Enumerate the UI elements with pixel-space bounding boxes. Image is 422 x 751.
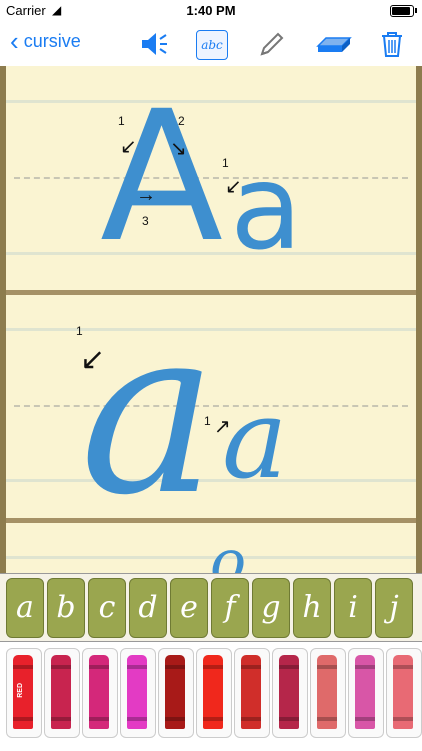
crayon-swatch[interactable]	[158, 648, 194, 738]
letter-picker-bar: a b c d e f g h i j	[0, 573, 422, 642]
crayon-swatch[interactable]	[44, 648, 80, 738]
eraser-button[interactable]	[314, 28, 354, 60]
crayon-swatch[interactable]	[196, 648, 232, 738]
stroke-number: 3	[142, 214, 149, 228]
crayon-color	[89, 655, 109, 729]
next-row-letter-preview: o	[210, 527, 247, 573]
crayon-color	[127, 655, 147, 729]
crayon-swatch[interactable]	[272, 648, 308, 738]
stroke-arrow-icon: ↙	[120, 136, 137, 158]
stroke-number: 1	[222, 156, 229, 170]
handwriting-style-button[interactable]: abc	[196, 30, 228, 60]
letter-tile[interactable]: j	[375, 578, 413, 638]
status-bar: Carrier ◢ 1:40 PM	[0, 0, 422, 22]
crayon-color	[355, 655, 375, 729]
crayon-swatch[interactable]: RED	[6, 648, 42, 738]
stroke-number: 1	[118, 114, 125, 128]
crayon-swatch[interactable]	[234, 648, 270, 738]
stroke-number: 1	[204, 414, 211, 428]
trash-icon	[382, 32, 402, 57]
letter-tile[interactable]: h	[293, 578, 331, 638]
navigation-bar: ‹ cursive abc	[0, 22, 422, 67]
battery-icon	[390, 5, 414, 17]
print-lowercase-letter: a	[230, 138, 303, 276]
crayon-swatch[interactable]	[120, 648, 156, 738]
back-label: cursive	[23, 31, 81, 51]
letter-tile[interactable]: c	[88, 578, 126, 638]
letter-tile[interactable]: f	[211, 578, 249, 638]
stroke-arrow-icon: ↘	[170, 138, 187, 160]
letter-tile[interactable]: b	[47, 578, 85, 638]
pencil-icon	[260, 32, 284, 56]
stroke-number: 1	[76, 324, 83, 338]
stroke-arrow-icon: ↙	[80, 343, 106, 376]
pencil-button[interactable]	[256, 28, 288, 60]
crayon-swatch[interactable]	[82, 648, 118, 738]
speaker-button[interactable]	[138, 28, 170, 60]
cursive-uppercase-letter: a	[80, 279, 218, 546]
eraser-icon	[316, 37, 352, 52]
writing-worksheet[interactable]: A a a a o 1 ↙ 2 ↘ 3 → 1 ↙ 1 ↙ 1 ↗	[0, 66, 422, 573]
crayon-label: RED	[17, 683, 24, 698]
crayon-color	[317, 655, 337, 729]
letter-tile[interactable]: a	[6, 578, 44, 638]
letter-tile[interactable]: i	[334, 578, 372, 638]
letter-tile[interactable]: g	[252, 578, 290, 638]
crayon-color	[393, 655, 413, 729]
crayon-color	[165, 655, 185, 729]
right-rail	[416, 66, 422, 573]
crayon-picker-bar: RED	[0, 641, 422, 751]
crayon-swatch[interactable]	[386, 648, 422, 738]
back-button[interactable]: ‹ cursive	[10, 28, 81, 54]
left-rail	[0, 66, 6, 573]
stroke-arrow-icon: →	[136, 184, 156, 206]
crayon-red: RED	[13, 655, 33, 729]
chevron-left-icon: ‹	[10, 26, 19, 56]
speaker-icon	[142, 33, 167, 55]
letter-tile[interactable]: d	[129, 578, 167, 638]
stroke-arrow-icon: ↗	[214, 416, 231, 438]
crayon-color	[279, 655, 299, 729]
trash-button[interactable]	[376, 28, 408, 60]
crayon-swatch[interactable]	[348, 648, 384, 738]
stroke-number: 2	[178, 114, 185, 128]
battery-nub	[415, 8, 417, 13]
clock: 1:40 PM	[186, 3, 236, 18]
crayon-color	[51, 655, 71, 729]
letter-tile[interactable]: e	[170, 578, 208, 638]
crayon-swatch[interactable]	[310, 648, 346, 738]
crayon-color	[203, 655, 223, 729]
cursive-lowercase-letter: a	[222, 375, 288, 503]
crayon-color	[241, 655, 261, 729]
stroke-arrow-icon: ↙	[225, 176, 242, 198]
abc-label: abc	[201, 38, 223, 52]
